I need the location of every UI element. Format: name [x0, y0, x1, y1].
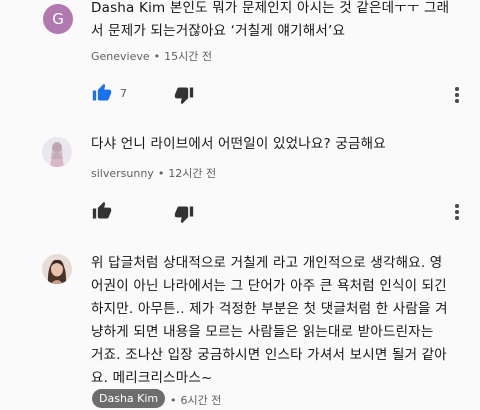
like-icon[interactable]: [92, 201, 112, 221]
comment-text: 다샤 언니 라이브에서 어떤일이 있었나요? 궁금해요: [91, 136, 386, 152]
username[interactable]: Genevieve: [91, 50, 150, 63]
comment-text: Dasha Kim 본인도 뭐가 문제인지 아시는 것 같은데ㅜㅜ 그래 서 문…: [91, 0, 463, 43]
comment-text-line-2: 서 문제가 되는거잖아요 ‘거칠게 얘기해서’요: [91, 23, 346, 39]
like-icon[interactable]: [92, 83, 112, 103]
comment-meta: Genevieve • 15시간 전: [91, 50, 213, 63]
mention-author[interactable]: Dasha Kim: [91, 0, 165, 16]
comment-text-line-6: 요. 메리크리스마스~: [91, 370, 213, 386]
dislike-icon[interactable]: [174, 85, 194, 105]
dislike-icon[interactable]: [174, 204, 194, 224]
more-options-icon[interactable]: [454, 204, 460, 222]
comment-text-line-3: 하지만. 아무튼.. 제가 걱정한 부분은 첫 댓글처럼 한 사람을 겨: [91, 301, 448, 317]
avatar[interactable]: [42, 254, 72, 284]
avatar[interactable]: [42, 137, 72, 167]
comment-text-line-1: 위 답글처럼 상대적으로 거칠게 라고 개인적으로 생각해요. 영: [91, 255, 443, 271]
timestamp: 15시간 전: [164, 50, 213, 63]
username[interactable]: silversunny: [91, 167, 154, 180]
comment-meta: silversunny • 12시간 전: [91, 167, 217, 180]
comment-text-line-5: 거죠. 조나산 입장 궁금하시면 인스타 가셔서 보시면 될거 같아: [91, 347, 447, 363]
comment-text-line-2: 어권이 아닌 나라에서는 그 단어가 아주 큰 욕처럼 인식이 되긴: [91, 278, 447, 294]
comment-meta: • 6시간 전: [170, 394, 222, 407]
like-count: 7: [120, 87, 127, 100]
more-options-icon[interactable]: [454, 87, 460, 105]
avatar[interactable]: G: [43, 4, 73, 34]
timestamp: 12시간 전: [168, 167, 217, 180]
comment-text: 위 답글처럼 상대적으로 거칠게 라고 개인적으로 생각해요. 영 어권이 아닌…: [91, 252, 463, 390]
author-badge[interactable]: Dasha Kim: [92, 389, 166, 408]
comment-text-line-4: 냥하게 되면 내용을 모르는 사람들은 읽는대로 받아드린자는: [91, 324, 434, 340]
comment-text-line-1: 본인도 뭐가 문제인지 아시는 것 같은데ㅜㅜ 그래: [169, 0, 450, 16]
timestamp: 6시간 전: [180, 394, 222, 407]
